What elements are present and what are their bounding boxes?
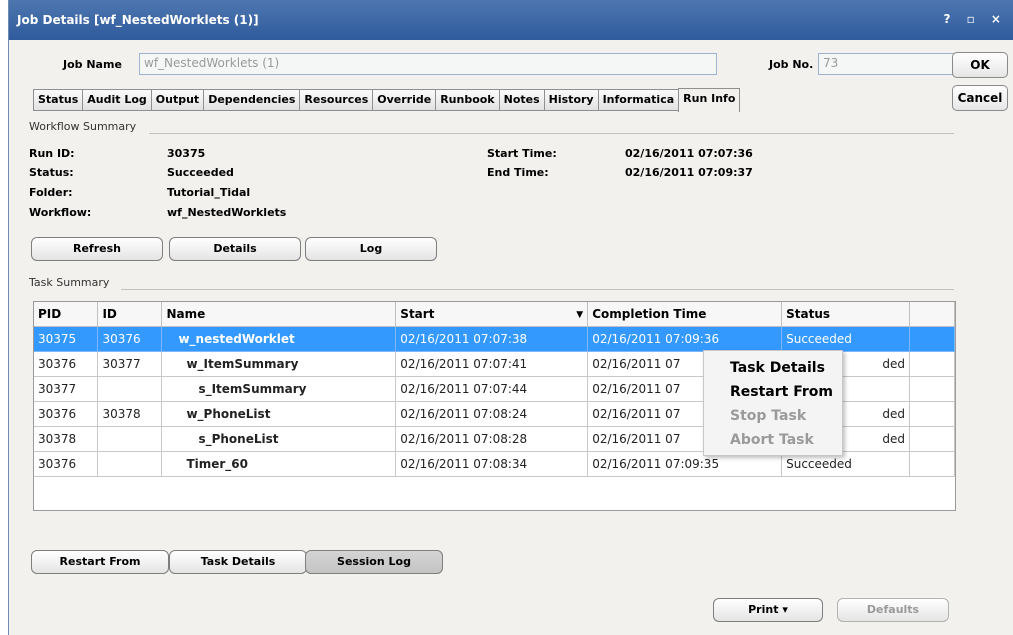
tab-resources[interactable]: Resources — [299, 89, 373, 111]
cell-name: s_PhoneList — [161, 426, 397, 452]
job-name-field[interactable]: wf_NestedWorklets (1) — [139, 53, 717, 75]
tab-audit-log[interactable]: Audit Log — [82, 89, 151, 111]
cell-name: w_PhoneList — [161, 401, 397, 427]
cell-id — [97, 376, 163, 402]
cell-start: 02/16/2011 07:07:41 — [395, 351, 589, 377]
menu-item-restart-from[interactable]: Restart From — [730, 384, 833, 400]
tab-output[interactable]: Output — [150, 89, 204, 111]
cell-start: 02/16/2011 07:08:24 — [395, 401, 589, 427]
defaults-button: Defaults — [837, 598, 949, 622]
workflow-summary-heading: Workflow Summary — [29, 120, 137, 133]
cell-pid: 30376 — [34, 351, 99, 377]
tab-informatica[interactable]: Informatica — [597, 89, 679, 111]
session-log-button[interactable]: Session Log — [305, 550, 443, 574]
cell-name: Timer_60 — [161, 451, 397, 477]
folder-label: Folder: — [29, 186, 73, 199]
table-row[interactable]: 30375 30376 w_nestedWorklet 02/16/2011 0… — [34, 326, 955, 352]
log-button[interactable]: Log — [305, 237, 437, 261]
task-summary-heading: Task Summary — [29, 276, 110, 289]
cell-name: s_ItemSummary — [161, 376, 397, 402]
window-title: Job Details [wf_NestedWorklets (1)] — [17, 13, 259, 27]
cell-filler — [909, 351, 955, 377]
cell-filler — [909, 376, 955, 402]
task-details-button[interactable]: Task Details — [169, 550, 307, 574]
cell-pid: 30375 — [34, 326, 99, 352]
cell-id — [97, 451, 163, 477]
workflow-value: wf_NestedWorklets — [167, 206, 287, 219]
workflow-summary-divider — [149, 133, 954, 134]
column-header-filler — [909, 302, 955, 327]
cell-id: 30378 — [97, 401, 163, 427]
end-time-value: 02/16/2011 07:09:37 — [625, 166, 753, 179]
column-header-start-label: Start — [400, 306, 435, 321]
restart-from-button[interactable]: Restart From — [31, 550, 169, 574]
cell-start: 02/16/2011 07:07:44 — [395, 376, 589, 402]
cell-name: w_ItemSummary — [161, 351, 397, 377]
cell-status: Succeeded — [781, 326, 911, 352]
task-summary-divider — [121, 289, 954, 290]
details-button[interactable]: Details — [169, 237, 301, 261]
cancel-button[interactable]: Cancel — [952, 85, 1008, 111]
title-bar: Job Details [wf_NestedWorklets (1)] ? ▫ … — [9, 0, 1013, 40]
start-time-label: Start Time: — [487, 147, 557, 160]
cell-id: 30376 — [97, 326, 163, 352]
status-value: Succeeded — [167, 166, 234, 179]
tab-run-info[interactable]: Run Info — [678, 88, 741, 112]
window-controls[interactable]: ? ▫ × — [943, 12, 1007, 26]
tab-notes[interactable]: Notes — [498, 89, 544, 111]
run-id-label: Run ID: — [29, 147, 75, 160]
cell-filler — [909, 401, 955, 427]
tab-override[interactable]: Override — [372, 89, 436, 111]
dropdown-arrow-icon: ▾ — [782, 603, 788, 616]
cell-start: 02/16/2011 07:08:28 — [395, 426, 589, 452]
column-header-pid[interactable]: PID — [34, 302, 99, 327]
cell-pid: 30377 — [34, 376, 99, 402]
end-time-label: End Time: — [487, 166, 549, 179]
job-no-label: Job No. — [769, 58, 814, 71]
menu-item-stop-task: Stop Task — [730, 408, 807, 424]
tab-bar: Status Audit Log Output Dependencies Res… — [33, 88, 741, 112]
cell-filler — [909, 426, 955, 452]
print-label: Print — [748, 603, 779, 616]
column-header-completion-time[interactable]: Completion Time — [587, 302, 783, 327]
cell-id — [97, 426, 163, 452]
run-id-value: 30375 — [167, 147, 206, 160]
menu-item-abort-task: Abort Task — [730, 432, 814, 448]
column-header-name[interactable]: Name — [161, 302, 397, 327]
tab-history[interactable]: History — [543, 89, 598, 111]
tab-runbook[interactable]: Runbook — [435, 89, 499, 111]
job-no-field[interactable]: 73 — [818, 53, 956, 75]
job-name-label: Job Name — [63, 58, 122, 71]
ok-button[interactable]: OK — [952, 52, 1008, 78]
tab-dependencies[interactable]: Dependencies — [203, 89, 300, 111]
workflow-label: Workflow: — [29, 206, 92, 219]
menu-item-task-details[interactable]: Task Details — [730, 360, 825, 376]
folder-value: Tutorial_Tidal — [167, 186, 251, 199]
cell-pid: 30376 — [34, 401, 99, 427]
tab-status[interactable]: Status — [33, 89, 83, 111]
refresh-button[interactable]: Refresh — [31, 237, 163, 261]
job-details-window: Job Details [wf_NestedWorklets (1)] ? ▫ … — [8, 0, 1013, 635]
table-header-row: PID ID Name Start ▼ Completion Time Statu… — [34, 302, 955, 327]
cell-start: 02/16/2011 07:08:34 — [395, 451, 589, 477]
cell-filler — [909, 451, 955, 477]
cell-filler — [909, 326, 955, 352]
cell-id: 30377 — [97, 351, 163, 377]
sort-descending-icon: ▼ — [576, 309, 584, 320]
column-header-start[interactable]: Start ▼ — [395, 302, 589, 327]
cell-pid: 30376 — [34, 451, 99, 477]
column-header-id[interactable]: ID — [97, 302, 163, 327]
task-context-menu: Task Details Restart From Stop Task Abor… — [703, 350, 843, 456]
start-time-value: 02/16/2011 07:07:36 — [625, 147, 753, 160]
cell-name: w_nestedWorklet — [161, 326, 397, 352]
cell-start: 02/16/2011 07:07:38 — [395, 326, 589, 352]
column-header-status[interactable]: Status — [781, 302, 911, 327]
status-label: Status: — [29, 166, 74, 179]
cell-completion: 02/16/2011 07:09:36 — [587, 326, 783, 352]
print-button[interactable]: Print ▾ — [713, 598, 823, 622]
cell-pid: 30378 — [34, 426, 99, 452]
